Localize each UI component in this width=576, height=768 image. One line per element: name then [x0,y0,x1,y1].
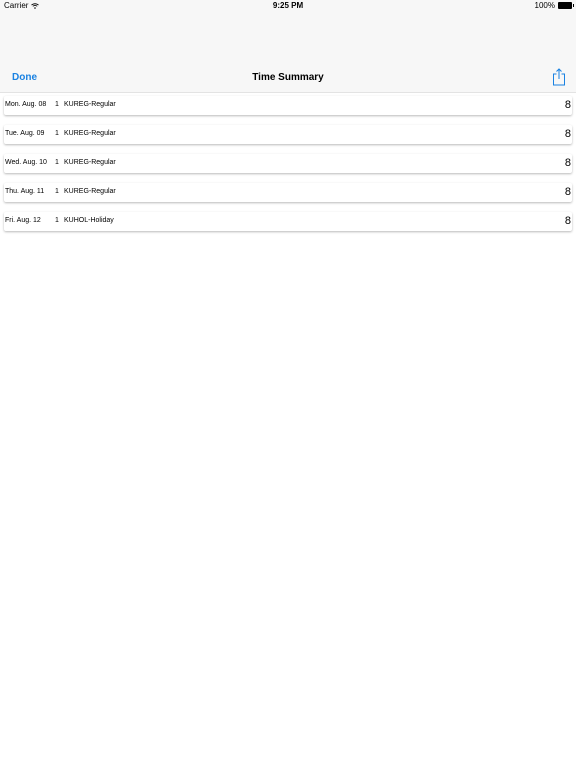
battery-icon [558,2,574,9]
entry-hours: 8 [564,215,571,227]
time-entry-row[interactable]: Tue. Aug. 09 1 KUREG-Regular 8 [4,125,572,144]
entry-hours: 8 [564,186,571,198]
entry-date: Mon. Aug. 08 [5,101,47,108]
time-entry-list: Mon. Aug. 08 1 KUREG-Regular 8 Tue. Aug.… [4,96,572,241]
entry-hours: 8 [564,128,571,140]
battery-indicator: 100% [534,1,574,10]
status-bar: Carrier 9:25 PM 100% [0,0,576,12]
entry-quantity: 1 [55,101,59,108]
entry-date: Tue. Aug. 09 [5,130,45,137]
entry-date: Thu. Aug. 11 [5,188,45,195]
entry-hours: 8 [564,99,571,111]
entry-hours: 8 [564,157,571,169]
entry-quantity: 1 [55,159,59,166]
entry-date: Fri. Aug. 12 [5,217,41,224]
status-time: 9:25 PM [272,1,304,10]
entry-pay-code: KUREG-Regular [64,188,116,195]
share-icon[interactable] [552,68,566,86]
entry-pay-code: KUREG-Regular [64,159,116,166]
entry-pay-code: KUHOL-Holiday [64,217,114,224]
time-entry-row[interactable]: Wed. Aug. 10 1 KUREG-Regular 8 [4,154,572,173]
entry-quantity: 1 [55,188,59,195]
entry-pay-code: KUREG-Regular [64,101,116,108]
time-entry-row[interactable]: Thu. Aug. 11 1 KUREG-Regular 8 [4,183,572,202]
entry-pay-code: KUREG-Regular [64,130,116,137]
battery-percentage: 100% [534,1,555,10]
entry-quantity: 1 [55,130,59,137]
time-entry-row[interactable]: Mon. Aug. 08 1 KUREG-Regular 8 [4,96,572,115]
time-entry-row[interactable]: Fri. Aug. 12 1 KUHOL-Holiday 8 [4,212,572,231]
entry-date: Wed. Aug. 10 [5,159,47,166]
navigation-bar: Done Time Summary [0,12,576,93]
entry-quantity: 1 [55,217,59,224]
page-title: Time Summary [252,72,324,83]
